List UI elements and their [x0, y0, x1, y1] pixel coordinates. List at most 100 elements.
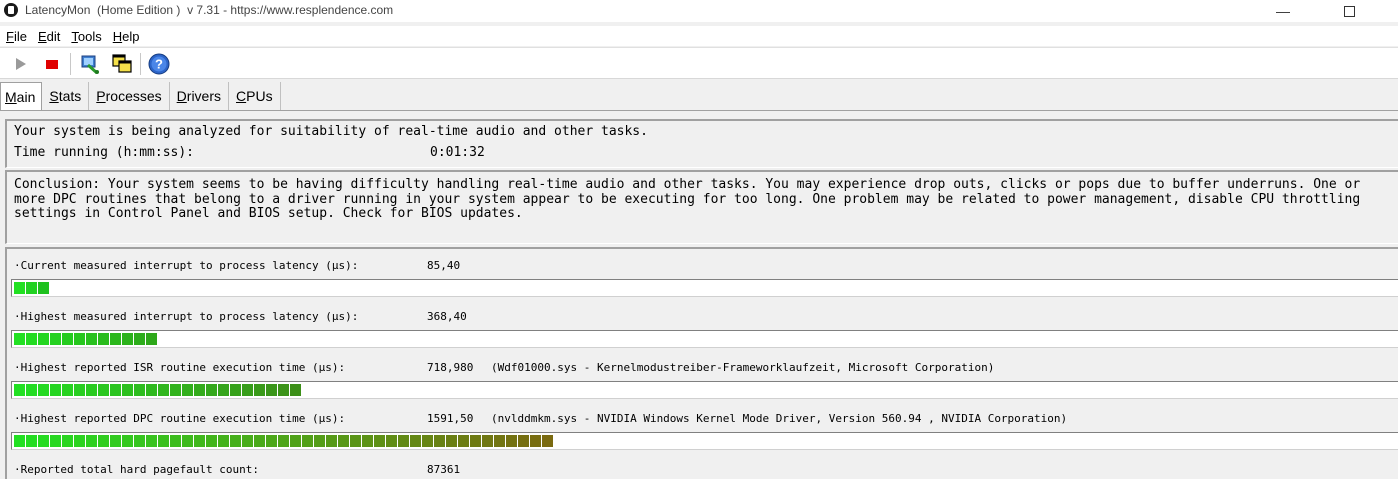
bar-segment: [362, 435, 373, 447]
latency-bar: [11, 330, 1398, 348]
metric-value: 87361: [427, 463, 461, 476]
menu-label: dit: [46, 28, 61, 44]
bar-segment: [530, 435, 541, 447]
bar-segment: [230, 435, 241, 447]
bar-segment: [182, 384, 193, 396]
status-panel: Your system is being analyzed for suitab…: [5, 119, 1398, 168]
minimize-button[interactable]: —: [1260, 0, 1306, 22]
bar-segment: [134, 435, 145, 447]
bar-segment: [506, 435, 517, 447]
bar-segment: [146, 384, 157, 396]
menu-bar: File Edit Tools Help: [0, 26, 1398, 46]
menu-accel: E: [37, 28, 47, 44]
bar-segment: [98, 435, 109, 447]
menu-help[interactable]: Help: [107, 29, 145, 44]
bar-segment: [254, 384, 265, 396]
tab-processes[interactable]: Processes: [89, 82, 170, 110]
bar-segment: [218, 384, 229, 396]
play-icon: [16, 58, 26, 70]
bar-segment: [146, 435, 157, 447]
conclusion-panel: Conclusion: Your system seems to be havi…: [5, 170, 1398, 244]
bar-segment: [134, 384, 145, 396]
bar-segment: [26, 435, 37, 447]
bar-segment: [26, 282, 37, 294]
tab-cpus[interactable]: C PUs: [229, 82, 281, 110]
bar-segment: [242, 384, 253, 396]
bar-segment: [50, 333, 61, 345]
tab-label: tats: [58, 88, 82, 104]
metric-label: ·Current measured interrupt to process l…: [14, 259, 359, 272]
bar-segment: [170, 435, 181, 447]
help-glyph: ?: [155, 57, 163, 72]
menu-edit[interactable]: Edit: [32, 29, 65, 44]
bar-segment: [518, 435, 529, 447]
bar-segment: [122, 435, 133, 447]
bar-segment: [302, 435, 313, 447]
bar-segment: [134, 333, 145, 345]
process-button[interactable]: [78, 53, 102, 75]
bar-segment: [38, 333, 49, 345]
bar-segment: [110, 435, 121, 447]
tab-label: ain: [16, 89, 36, 105]
bar-segment: [326, 435, 337, 447]
tab-label: rivers: [186, 88, 222, 104]
menu-label: ools: [77, 28, 102, 44]
latency-bar: [11, 279, 1398, 297]
tab-label: rocesses: [105, 88, 162, 104]
bar-segment: [26, 384, 37, 396]
stop-icon: [46, 59, 58, 69]
bar-segment: [218, 435, 229, 447]
help-icon: ?: [148, 53, 170, 75]
bar-segment: [38, 384, 49, 396]
toolbar-separator: [70, 53, 71, 75]
menu-label: ile: [13, 28, 27, 44]
bar-segment: [194, 435, 205, 447]
menu-label: elp: [122, 28, 140, 44]
tab-bar: Main Stats Processes Drivers C PUs: [0, 82, 281, 111]
menu-tools[interactable]: Tools: [65, 29, 106, 44]
conclusion-line-2: more DPC routines that belong to a drive…: [14, 192, 1361, 207]
bar-segment: [470, 435, 481, 447]
bar-segment: [542, 435, 553, 447]
time-running-value: 0:01:32: [430, 145, 485, 160]
metric-value: 1591,50: [427, 412, 474, 425]
app-icon: [4, 3, 18, 17]
latency-bar-fill: [14, 435, 553, 447]
metric-label: ·Highest measured interrupt to process l…: [14, 310, 359, 323]
tab-accel: M: [5, 89, 17, 105]
bar-segment: [254, 435, 265, 447]
metric-label: ·Highest reported ISR routine execution …: [14, 361, 346, 374]
tab-accel: P: [96, 88, 106, 104]
bar-segment: [434, 435, 445, 447]
help-button[interactable]: ?: [147, 53, 171, 75]
metric-value: 368,40: [427, 310, 467, 323]
menu-file[interactable]: File: [0, 29, 32, 44]
maximize-button[interactable]: [1326, 0, 1372, 22]
bar-segment: [290, 384, 301, 396]
bar-segment: [158, 384, 169, 396]
bar-segment: [266, 435, 277, 447]
bar-segment: [50, 384, 61, 396]
bar-segment: [98, 333, 109, 345]
bar-segment: [182, 435, 193, 447]
bar-segment: [230, 384, 241, 396]
tab-main[interactable]: Main: [0, 82, 43, 111]
stop-button[interactable]: [40, 53, 64, 75]
bar-segment: [170, 384, 181, 396]
toolbar: ?: [0, 47, 1398, 79]
bar-segment: [278, 384, 289, 396]
menu-accel: F: [6, 28, 14, 44]
bar-segment: [26, 333, 37, 345]
bar-segment: [86, 384, 97, 396]
windows-button[interactable]: [110, 53, 134, 75]
start-button[interactable]: [9, 53, 33, 75]
bar-segment: [62, 333, 73, 345]
bar-segment: [266, 384, 277, 396]
bar-segment: [74, 333, 85, 345]
metric-label: ·Reported total hard pagefault count:: [14, 463, 260, 476]
bar-segment: [14, 282, 25, 294]
tab-stats[interactable]: Stats: [42, 82, 90, 110]
bar-segment: [494, 435, 505, 447]
tab-drivers[interactable]: Drivers: [170, 82, 230, 110]
bar-segment: [206, 384, 217, 396]
